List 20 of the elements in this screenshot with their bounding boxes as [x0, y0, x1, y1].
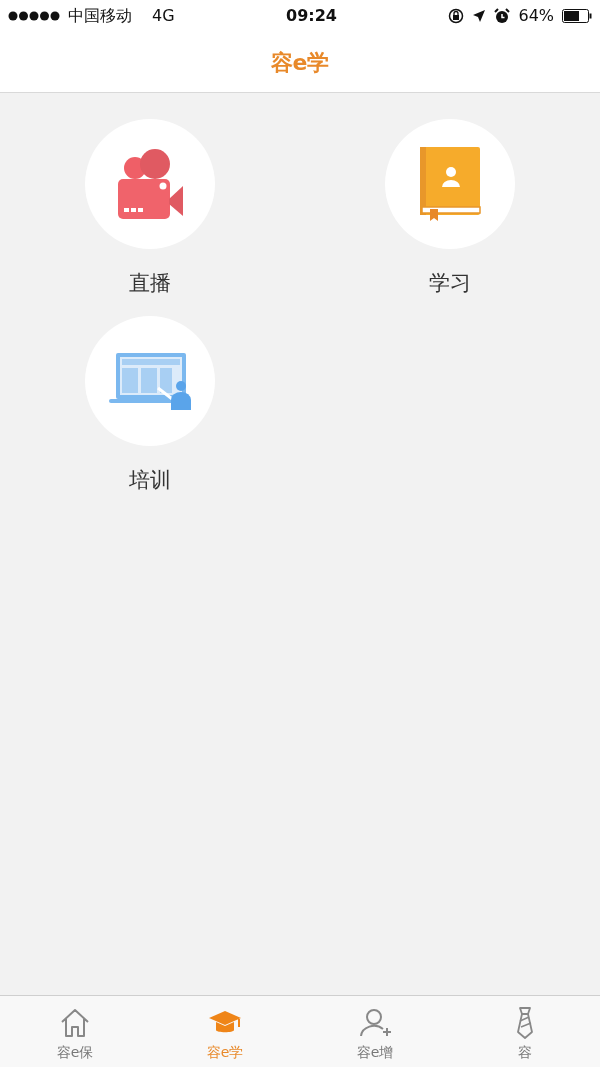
feature-label: 培训: [129, 468, 171, 494]
tab-button[interactable]: 容e增: [300, 996, 450, 1067]
presentation-icon: [108, 350, 192, 413]
video-camera-icon: [115, 146, 185, 222]
rotation-lock-icon: [448, 8, 465, 24]
book-icon: [418, 145, 482, 223]
tab-button[interactable]: 容e学: [150, 996, 300, 1067]
tab-button[interactable]: 容: [450, 996, 600, 1067]
tab-button[interactable]: 容e保: [0, 996, 150, 1067]
battery-icon: [562, 9, 592, 23]
battery-percent: 64%: [518, 5, 554, 27]
page-title: 容e学: [270, 48, 330, 77]
clock-time: 09:24: [285, 5, 338, 27]
carrier-name: 中国移动: [68, 5, 132, 27]
signal-icon: [8, 11, 60, 21]
feature-label: 学习: [429, 271, 471, 297]
network-type: 4G: [152, 5, 175, 27]
location-arrow-icon: [472, 9, 487, 23]
feature-label: 直播: [129, 271, 171, 297]
alarm-clock-icon: [494, 8, 511, 24]
